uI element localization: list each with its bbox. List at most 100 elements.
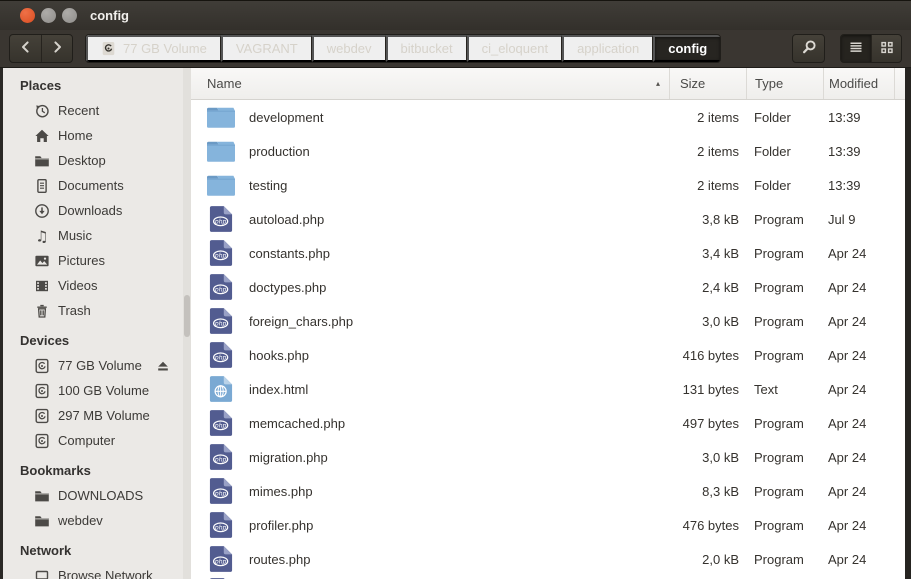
file-row[interactable]: testing2 itemsFolder13:39 — [191, 168, 905, 202]
file-row[interactable]: phpautoload.php3,8 kBProgramJul 9 — [191, 202, 905, 236]
close-button[interactable] — [20, 8, 35, 23]
column-header-name[interactable]: Name ▴ — [191, 68, 669, 99]
breadcrumb-item-bitbucket[interactable]: bitbucket — [386, 35, 467, 62]
svg-text:php: php — [214, 491, 227, 498]
file-modified: Apr 24 — [823, 484, 894, 499]
list-view-icon — [848, 39, 864, 58]
breadcrumb-item-application[interactable]: application — [562, 35, 653, 62]
file-type: Program — [746, 416, 823, 431]
file-type: Program — [746, 280, 823, 295]
file-size: 2 items — [669, 144, 746, 159]
file-row[interactable]: phpdoctypes.php2,4 kBProgramApr 24 — [191, 270, 905, 304]
file-row[interactable]: phphooks.php416 bytesProgramApr 24 — [191, 338, 905, 372]
file-list: Name ▴ Size Type Modified development2 i… — [191, 68, 905, 579]
file-modified: Apr 24 — [823, 348, 894, 363]
breadcrumb-item-webdev[interactable]: webdev — [312, 35, 386, 62]
column-header-blank — [894, 68, 905, 99]
file-modified: Apr 24 — [823, 416, 894, 431]
file-row[interactable]: phpconstants.php3,4 kBProgramApr 24 — [191, 236, 905, 270]
drive-icon — [34, 358, 50, 374]
breadcrumb-item-vagrant[interactable]: VAGRANT — [221, 35, 312, 62]
file-type: Folder — [746, 110, 823, 125]
file-row[interactable]: production2 itemsFolder13:39 — [191, 134, 905, 168]
sidebar-item-computer[interactable]: Computer — [3, 428, 183, 453]
sidebar-item-music[interactable]: ♫Music — [3, 223, 183, 248]
folder-file-icon — [206, 135, 236, 167]
sidebar-scrollbar-thumb[interactable] — [184, 295, 190, 337]
file-row[interactable]: phpmemcached.php497 bytesProgramApr 24 — [191, 406, 905, 440]
file-row[interactable]: phpforeign_chars.php3,0 kBProgramApr 24 — [191, 304, 905, 338]
file-size: 8,3 kB — [669, 484, 746, 499]
back-button[interactable] — [10, 35, 41, 62]
search-button[interactable] — [793, 35, 824, 62]
picture-icon — [34, 253, 50, 269]
sidebar-item-home[interactable]: Home — [3, 123, 183, 148]
sidebar-item-documents[interactable]: Documents — [3, 173, 183, 198]
list-header: Name ▴ Size Type Modified — [191, 68, 905, 100]
sidebar-item-browse-network[interactable]: Browse Network — [3, 563, 183, 579]
grid-view-button[interactable] — [871, 35, 901, 62]
file-name: production — [249, 144, 310, 159]
file-name: migration.php — [249, 450, 328, 465]
file-rows: development2 itemsFolder13:39 production 2… — [191, 100, 905, 579]
column-header-modified[interactable]: Modified — [823, 68, 894, 99]
file-name: mimes.php — [249, 484, 313, 499]
sidebar-item-100-gb-volume[interactable]: 100 GB Volume — [3, 378, 183, 403]
sidebar-item-297-mb-volume[interactable]: 297 MB Volume — [3, 403, 183, 428]
eject-icon[interactable] — [155, 358, 171, 374]
folder-file-icon — [206, 101, 236, 133]
forward-button[interactable] — [41, 35, 72, 62]
file-size: 2,0 kB — [669, 552, 746, 567]
file-type: Program — [746, 518, 823, 533]
sidebar-item-recent[interactable]: Recent — [3, 98, 183, 123]
file-row[interactable]: development2 itemsFolder13:39 — [191, 100, 905, 134]
file-size: 476 bytes — [669, 518, 746, 533]
sidebar-item-downloads[interactable]: Downloads — [3, 198, 183, 223]
sidebar-item-pictures[interactable]: Pictures — [3, 248, 183, 273]
breadcrumb-item-config[interactable]: config — [653, 35, 720, 62]
file-row[interactable]: phpmigration.php3,0 kBProgramApr 24 — [191, 440, 905, 474]
sidebar-item-desktop[interactable]: Desktop — [3, 148, 183, 173]
file-name: memcached.php — [249, 416, 345, 431]
column-header-type[interactable]: Type — [746, 68, 823, 99]
maximize-button[interactable] — [62, 8, 77, 23]
column-header-size[interactable]: Size — [669, 68, 746, 99]
network-icon — [34, 568, 50, 579]
sidebar-item-downloads[interactable]: DOWNLOADS — [3, 483, 183, 508]
sort-ascending-icon: ▴ — [656, 79, 660, 88]
svg-text:php: php — [214, 219, 227, 226]
svg-text:php: php — [214, 355, 227, 362]
file-manager-window: config 77 GB VolumeVAGRANTwebdevbitbucke… — [0, 0, 911, 579]
sidebar-item-webdev[interactable]: webdev — [3, 508, 183, 533]
file-row[interactable]: phproutes.php2,0 kBProgramApr 24 — [191, 542, 905, 576]
file-modified: 13:39 — [823, 144, 894, 159]
list-view-button[interactable] — [841, 35, 871, 62]
file-type: Text — [746, 382, 823, 397]
file-modified: 13:39 — [823, 178, 894, 193]
file-modified: Apr 24 — [823, 518, 894, 533]
breadcrumb-item-77-gb-volume[interactable]: 77 GB Volume — [86, 35, 221, 62]
file-type: Program — [746, 212, 823, 227]
sidebar-item-77-gb-volume[interactable]: 77 GB Volume — [3, 353, 183, 378]
svg-text:♫: ♫ — [35, 228, 48, 244]
file-type: Program — [746, 348, 823, 363]
home-icon — [34, 128, 50, 144]
file-type: Program — [746, 552, 823, 567]
grid-view-icon — [879, 39, 895, 58]
php-file-icon: php — [206, 475, 236, 507]
svg-text:php: php — [214, 287, 227, 294]
sidebar-scrollbar[interactable] — [183, 68, 191, 579]
file-modified: Apr 24 — [823, 314, 894, 329]
file-modified: Apr 24 — [823, 246, 894, 261]
html-file-icon — [206, 373, 236, 405]
file-row[interactable]: index.html131 bytesTextApr 24 — [191, 372, 905, 406]
file-row[interactable]: phpmimes.php8,3 kBProgramApr 24 — [191, 474, 905, 508]
sidebar-item-trash[interactable]: Trash — [3, 298, 183, 323]
breadcrumb-item-ci-eloquent[interactable]: ci_eloquent — [467, 35, 563, 62]
file-name: hooks.php — [249, 348, 309, 363]
file-row[interactable]: phpprofiler.php476 bytesProgramApr 24 — [191, 508, 905, 542]
file-name: profiler.php — [249, 518, 313, 533]
minimize-button[interactable] — [41, 8, 56, 23]
file-modified: Apr 24 — [823, 382, 894, 397]
sidebar-item-videos[interactable]: Videos — [3, 273, 183, 298]
